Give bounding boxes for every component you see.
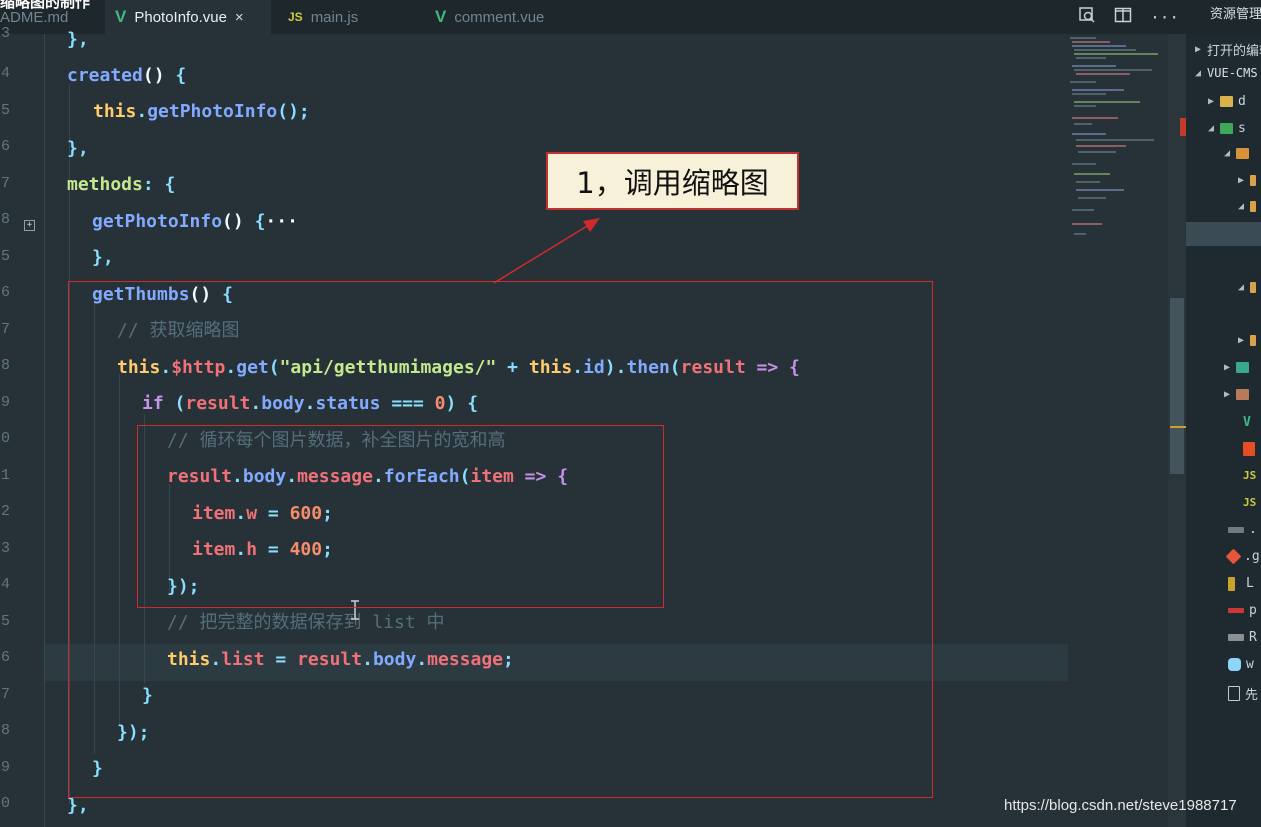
vue-file-icon: V — [435, 7, 447, 26]
explorer-item[interactable]: ◢ — [1224, 148, 1254, 159]
explorer-item[interactable]: 先 — [1228, 684, 1258, 703]
open-changes-icon[interactable] — [1078, 6, 1096, 28]
folder-icon — [1250, 335, 1257, 346]
explorer-item[interactable]: p — [1228, 603, 1257, 618]
code-line: methods: { — [67, 174, 176, 195]
explorer-item[interactable]: w — [1228, 657, 1254, 672]
folder-icon — [1220, 96, 1234, 107]
js-file-icon[interactable]: JS — [1243, 496, 1256, 509]
editor-tab-bar: ADME.md V PhotoInfo.vue × JS main.js V c… — [0, 0, 1186, 34]
code-line: created() { — [67, 65, 187, 86]
chevron-right-icon: ▶ — [1208, 96, 1215, 107]
tab-label: PhotoInfo.vue — [134, 8, 227, 26]
code-line: getPhotoInfo() {··· — [92, 211, 298, 232]
git-file-icon — [1225, 548, 1242, 565]
explorer-item[interactable]: ▶ — [1224, 362, 1254, 373]
explorer-item[interactable]: L — [1228, 576, 1254, 591]
chevron-down-icon: ◢ — [1195, 67, 1202, 79]
watermark: https://blog.csdn.net/steve1988717 — [1004, 797, 1237, 814]
folder-icon — [1250, 201, 1257, 212]
tab-photoinfo-vue[interactable]: V PhotoInfo.vue × — [105, 0, 271, 34]
explorer-item[interactable]: ▶ — [1238, 175, 1261, 186]
html-file-icon[interactable] — [1243, 442, 1260, 456]
more-actions-icon[interactable]: ··· — [1150, 8, 1179, 27]
minimap[interactable] — [1066, 34, 1170, 254]
text-file-icon — [1228, 686, 1240, 701]
explorer-item[interactable]: ◢ — [1238, 201, 1261, 212]
chevron-right-icon: ▶ — [1238, 175, 1245, 186]
tab-label: comment.vue — [454, 8, 545, 26]
close-icon[interactable]: × — [235, 9, 244, 26]
split-editor-icon[interactable] — [1114, 6, 1132, 28]
explorer-item[interactable]: ▶ d — [1208, 94, 1246, 109]
folder-icon — [1236, 389, 1250, 400]
js-file-icon: JS — [288, 10, 303, 24]
explorer-title: 资源管理器 — [1186, 0, 1261, 34]
folded-code-ellipsis: ··· — [265, 211, 298, 232]
chevron-down-icon: ◢ — [1208, 123, 1215, 134]
explorer-root-folder[interactable]: ◢ VUE-CMS — [1195, 66, 1258, 80]
code-line: }, — [67, 29, 89, 50]
readme-file-icon — [1228, 634, 1244, 641]
folder-icon — [1250, 282, 1257, 293]
chevron-down-icon: ◢ — [1238, 282, 1245, 293]
annotation-arrow — [493, 218, 600, 284]
chevron-down-icon: ◢ — [1224, 148, 1231, 159]
folder-icon — [1236, 362, 1250, 373]
editor-actions: ··· — [1078, 0, 1179, 34]
code-line: }, — [92, 247, 114, 268]
folder-icon — [1220, 123, 1234, 134]
explorer-item[interactable]: .g — [1225, 548, 1260, 565]
babelrc-file-icon — [1228, 526, 1244, 533]
license-file-icon — [1228, 576, 1235, 591]
explorer-item[interactable]: R — [1228, 630, 1257, 645]
folder-icon — [1250, 175, 1257, 186]
explorer-selected-row[interactable] — [1186, 222, 1261, 246]
chevron-right-icon: ▶ — [1195, 44, 1202, 55]
chevron-right-icon: ▶ — [1224, 389, 1231, 400]
js-file-icon[interactable]: JS — [1243, 469, 1256, 482]
annotation-callout: 1，调用缩略图 — [546, 152, 799, 210]
explorer-item[interactable]: ◢ — [1238, 282, 1261, 293]
explorer-open-editors[interactable]: ▶打开的编辑器 — [1195, 40, 1261, 59]
explorer-item[interactable]: . — [1228, 522, 1257, 537]
vue-file-icon: V — [115, 7, 127, 26]
chevron-right-icon: ▶ — [1238, 335, 1245, 346]
indent-guide — [44, 34, 45, 827]
tab-comment-vue[interactable]: V comment.vue — [425, 0, 587, 34]
vue-file-icon[interactable]: V — [1243, 415, 1251, 430]
annotation-inner-box — [137, 425, 664, 608]
tab-main-js[interactable]: JS main.js — [278, 0, 420, 34]
webpack-file-icon — [1228, 658, 1241, 671]
code-line: }, — [67, 138, 89, 159]
explorer-item[interactable]: ▶ — [1224, 389, 1254, 400]
scrollbar-thumb[interactable] — [1170, 298, 1184, 474]
scrollbar-cursor-marker — [1170, 426, 1186, 428]
chevron-down-icon: ◢ — [1238, 201, 1245, 212]
chevron-right-icon: ▶ — [1224, 362, 1231, 373]
folder-icon — [1236, 148, 1250, 159]
npm-file-icon — [1228, 608, 1244, 613]
tab-label: main.js — [310, 8, 359, 26]
explorer-item[interactable]: ◢ s — [1208, 121, 1246, 136]
window-title: 缩略图的制作 — [0, 0, 91, 11]
explorer-item[interactable]: ▶ — [1238, 335, 1261, 346]
code-line: this.getPhotoInfo(); — [93, 101, 310, 122]
